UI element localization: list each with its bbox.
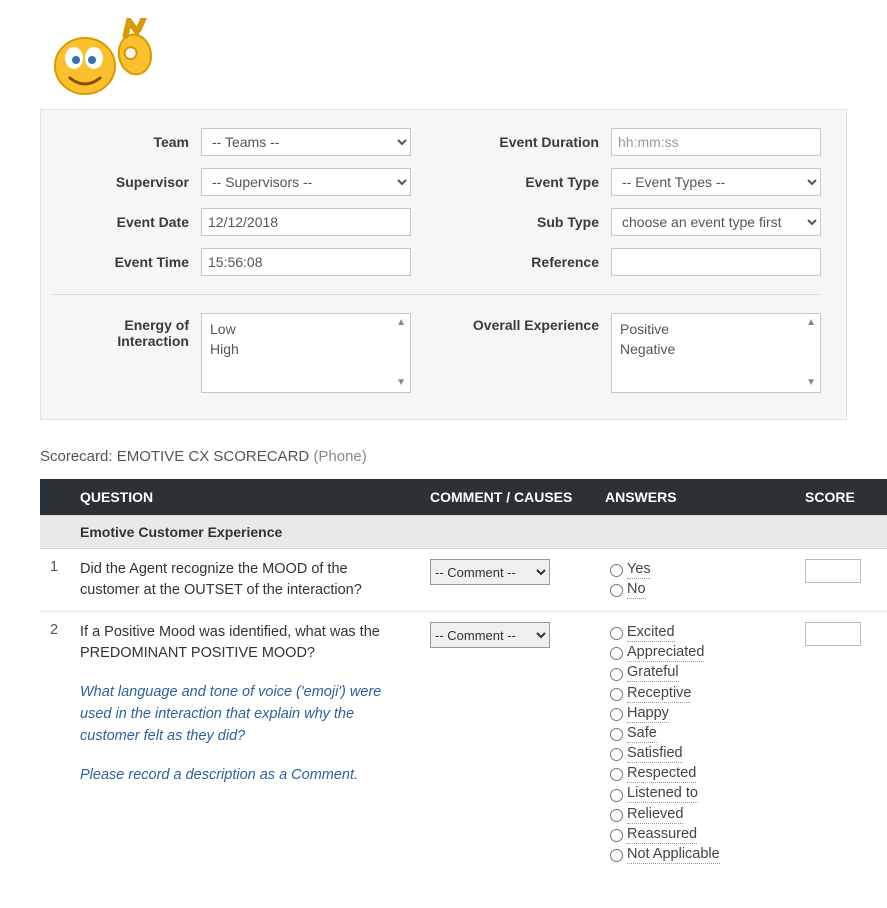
answer-label: Listened to [627, 785, 698, 803]
answer-radio[interactable] [610, 564, 623, 577]
answer-label: Safe [627, 725, 657, 743]
answer-radio[interactable] [610, 849, 623, 862]
answer-label: Relieved [627, 806, 683, 824]
team-select[interactable]: -- Teams -- [201, 128, 411, 156]
energy-option-low[interactable]: Low [210, 320, 402, 340]
score-input[interactable] [805, 559, 861, 583]
answers-cell: Excited Appreciated Grateful Receptive Happy… [593, 612, 793, 875]
energy-listbox[interactable]: ▲ Low High ▼ [201, 313, 411, 393]
answer-radio[interactable] [610, 829, 623, 842]
overall-option-positive[interactable]: Positive [620, 320, 812, 340]
question-row: 2 If a Positive Mood was identified, what… [40, 612, 887, 875]
label-team: Team [51, 134, 201, 150]
answer-label: Appreciated [627, 644, 704, 662]
answer-label: Not Applicable [627, 846, 720, 864]
answer-label: Satisfied [627, 745, 683, 763]
score-input[interactable] [805, 622, 861, 646]
chevron-down-icon: ▼ [396, 376, 406, 390]
answer-label: Reassured [627, 826, 697, 844]
section-title: Emotive Customer Experience [68, 516, 418, 549]
answer-radio[interactable] [610, 789, 623, 802]
answer-radio[interactable] [610, 627, 623, 640]
logo-emoji [0, 0, 887, 109]
event-form-panel: Team -- Teams -- Event Duration Supervis… [40, 109, 847, 420]
question-text: If a Positive Mood was identified, what … [80, 622, 406, 664]
reference-input[interactable] [611, 248, 821, 276]
event-duration-input[interactable] [611, 128, 821, 156]
answer-radio[interactable] [610, 748, 623, 761]
label-overall: Overall Experience [451, 313, 611, 333]
answer-radio[interactable] [610, 647, 623, 660]
question-hint: Please record a description as a Comment… [80, 765, 406, 787]
answer-radio[interactable] [610, 688, 623, 701]
answer-radio[interactable] [610, 584, 623, 597]
label-reference: Reference [451, 254, 611, 270]
question-text-cell: Did the Agent recognize the MOOD of the … [68, 549, 418, 612]
comment-cell: -- Comment -- [418, 549, 593, 612]
chevron-down-icon: ▼ [806, 376, 816, 390]
chevron-up-icon: ▲ [806, 316, 816, 330]
comment-select[interactable]: -- Comment -- [430, 622, 550, 648]
col-comment: COMMENT / CAUSES [418, 479, 593, 516]
label-energy: Energy of Interaction [51, 313, 201, 349]
label-event-type: Event Type [451, 174, 611, 190]
label-event-time: Event Time [51, 254, 201, 270]
overall-listbox[interactable]: ▲ Positive Negative ▼ [611, 313, 821, 393]
col-num [40, 479, 68, 516]
answer-radio[interactable] [610, 668, 623, 681]
answers-cell: Yes No [593, 549, 793, 612]
answer-label: Grateful [627, 664, 679, 682]
answer-label: Excited [627, 624, 675, 642]
label-event-date: Event Date [51, 214, 201, 230]
comment-select[interactable]: -- Comment -- [430, 559, 550, 585]
answer-label: Receptive [627, 685, 691, 703]
section-num [40, 516, 68, 549]
comment-cell: -- Comment -- [418, 612, 593, 875]
question-row: 1 Did the Agent recognize the MOOD of the… [40, 549, 887, 612]
answer-radio[interactable] [610, 728, 623, 741]
energy-option-high[interactable]: High [210, 340, 402, 360]
col-score: SCORE [793, 479, 887, 516]
answer-label: No [627, 581, 646, 599]
event-time-input[interactable] [201, 248, 411, 276]
answer-label: Respected [627, 765, 696, 783]
label-sub-type: Sub Type [451, 214, 611, 230]
answer-radio[interactable] [610, 809, 623, 822]
sub-type-select[interactable]: choose an event type first [611, 208, 821, 236]
overall-option-negative[interactable]: Negative [620, 340, 812, 360]
answer-label: Happy [627, 705, 669, 723]
answer-label: Yes [627, 561, 651, 579]
scorecard-title: Scorecard: EMOTIVE CX SCORECARD (Phone) [40, 448, 847, 465]
score-cell [793, 612, 887, 875]
scorecard-table: QUESTION COMMENT / CAUSES ANSWERS SCORE … [40, 479, 887, 874]
event-date-input[interactable] [201, 208, 411, 236]
question-number: 1 [40, 549, 68, 612]
question-number: 2 [40, 612, 68, 875]
score-cell [793, 549, 887, 612]
label-supervisor: Supervisor [51, 174, 201, 190]
answer-radio[interactable] [610, 768, 623, 781]
event-type-select[interactable]: -- Event Types -- [611, 168, 821, 196]
answer-radio[interactable] [610, 708, 623, 721]
label-event-duration: Event Duration [451, 134, 611, 150]
supervisor-select[interactable]: -- Supervisors -- [201, 168, 411, 196]
question-text: Did the Agent recognize the MOOD of the … [80, 559, 406, 601]
question-text-cell: If a Positive Mood was identified, what … [68, 612, 418, 875]
chevron-up-icon: ▲ [396, 316, 406, 330]
col-question: QUESTION [68, 479, 418, 516]
question-hint: What language and tone of voice ('emoji'… [80, 682, 406, 747]
col-answers: ANSWERS [593, 479, 793, 516]
